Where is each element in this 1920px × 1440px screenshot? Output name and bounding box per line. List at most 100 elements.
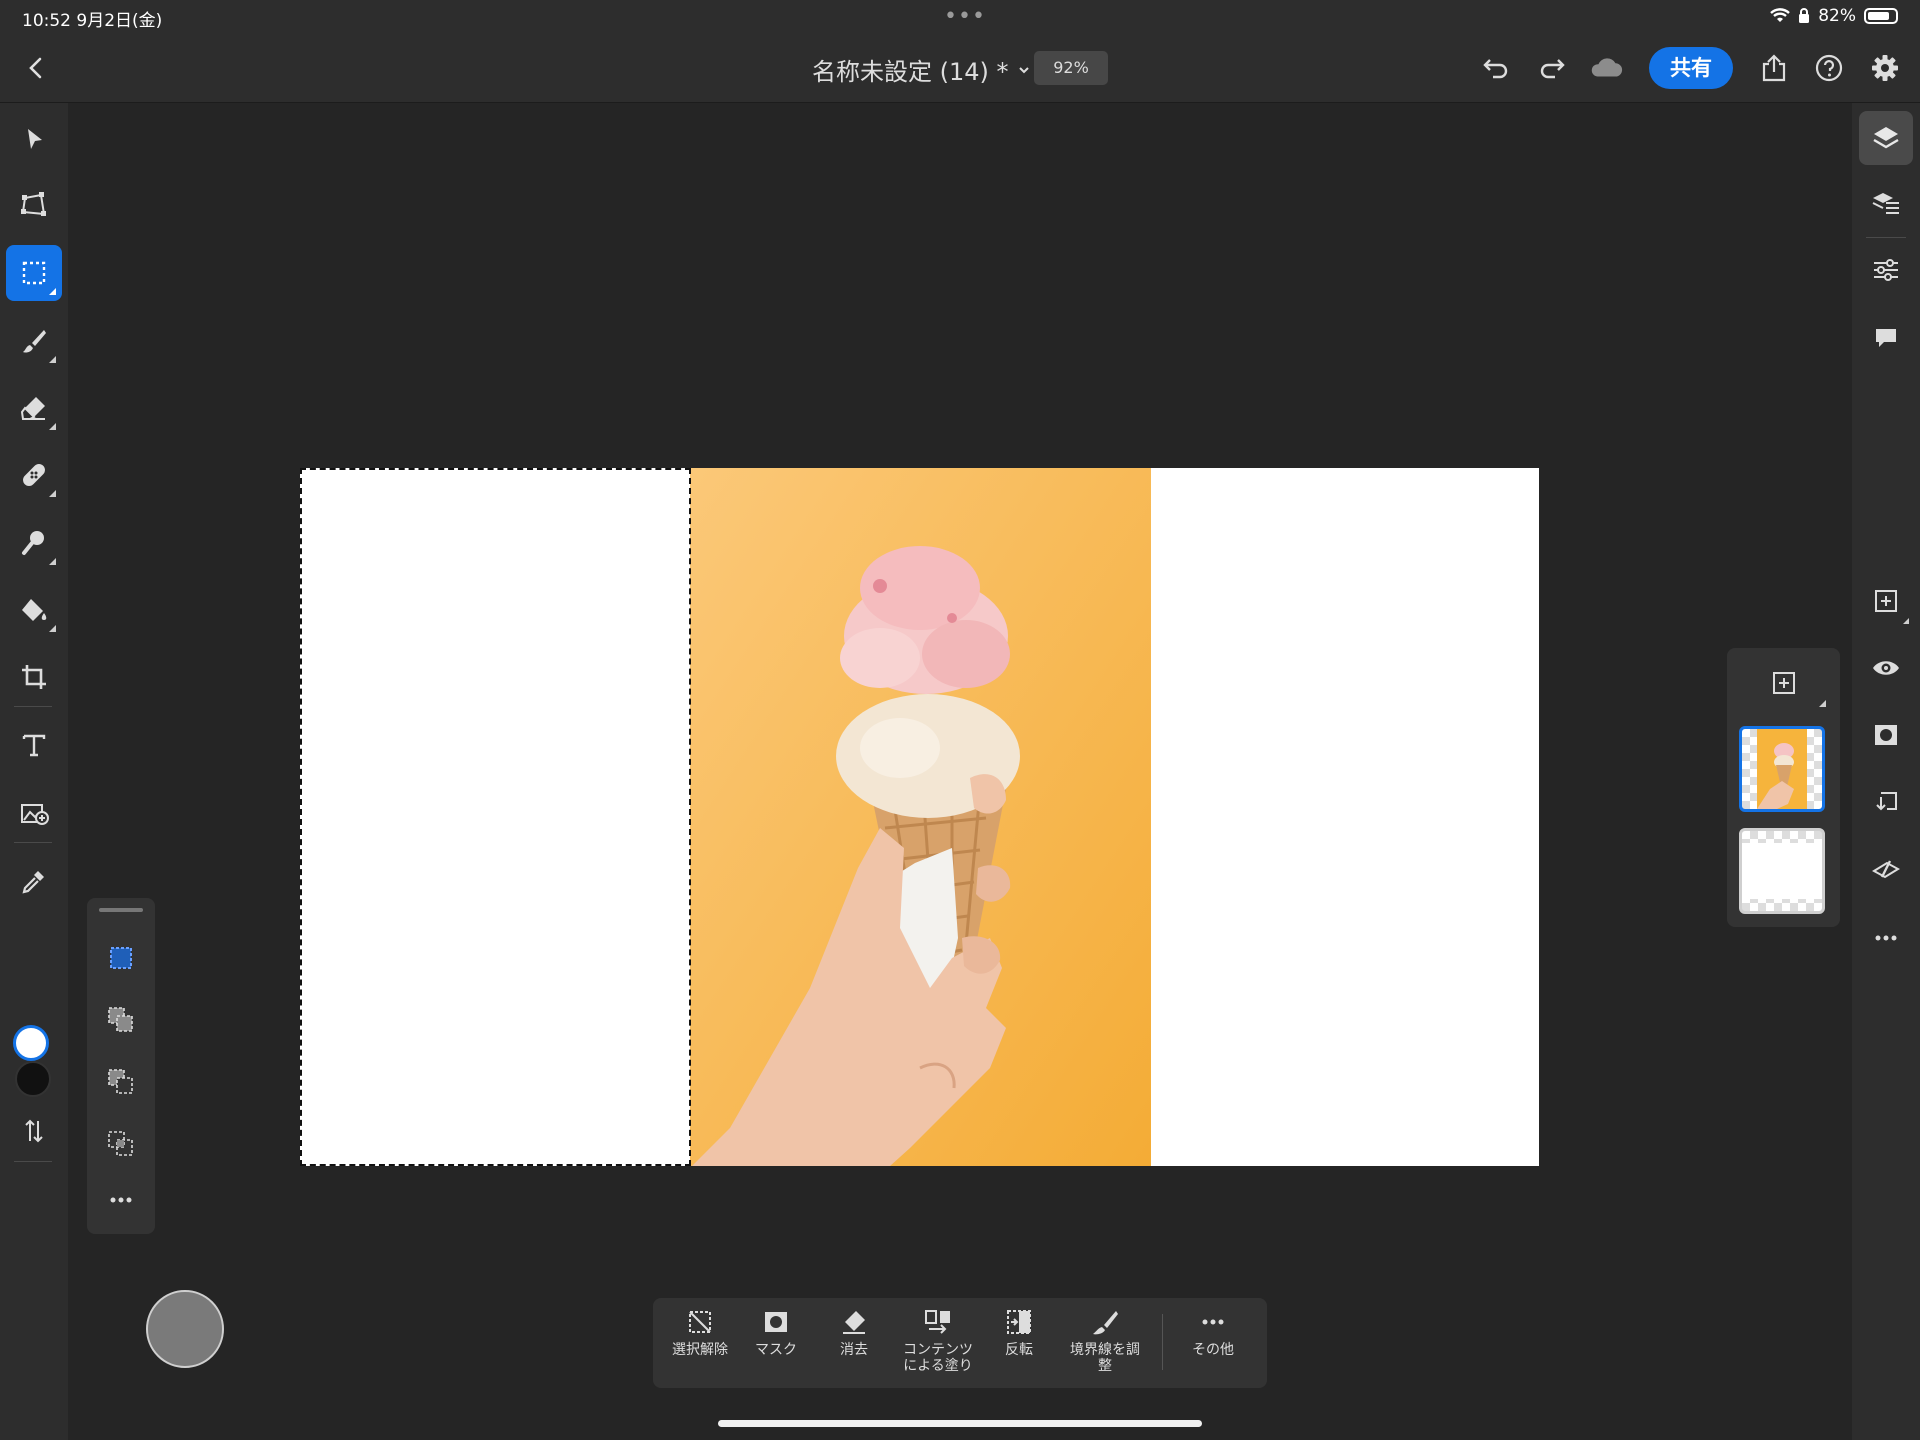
undo-icon: [1483, 59, 1508, 79]
wifi-icon: [1770, 8, 1791, 24]
select-tool[interactable]: [6, 111, 62, 167]
eraser-tool[interactable]: [6, 380, 62, 436]
invert-selection-button[interactable]: 反転: [989, 1308, 1049, 1380]
crop-icon: [22, 665, 46, 689]
place-image-tool[interactable]: [6, 784, 62, 840]
healing-tool[interactable]: [6, 447, 62, 503]
help-button[interactable]: [1811, 50, 1847, 86]
cloud-icon: [1591, 58, 1623, 77]
layers-panel-button[interactable]: [1859, 111, 1913, 165]
clear-layer-button[interactable]: [1859, 843, 1913, 897]
layer-mask-button[interactable]: [1859, 708, 1913, 762]
transform-icon: [21, 192, 46, 216]
layer-properties-button[interactable]: [1859, 177, 1913, 231]
refine-edge-brush-icon: [1093, 1311, 1118, 1335]
new-selection-button[interactable]: [97, 934, 145, 982]
layer-visibility-button[interactable]: [1859, 641, 1913, 695]
mask-button[interactable]: マスク: [743, 1308, 809, 1380]
bandage-icon: [23, 464, 45, 486]
help-icon: [1815, 54, 1843, 82]
action-bar-divider: [1162, 1314, 1163, 1370]
brush-icon: [23, 330, 46, 353]
drag-handle[interactable]: [99, 908, 143, 912]
toolbar-divider: [14, 1161, 52, 1162]
more-selection-options[interactable]: [97, 1176, 145, 1224]
marquee-tool[interactable]: [6, 245, 62, 301]
add-layer-icon: [1875, 590, 1897, 612]
tool-flyout-indicator: [49, 423, 56, 430]
paint-bucket-icon: [22, 599, 47, 621]
eyedropper-tool[interactable]: [6, 853, 62, 909]
status-indicators: 82%: [1770, 6, 1898, 26]
deselect-button[interactable]: 選択解除: [667, 1308, 733, 1380]
back-button[interactable]: [18, 50, 54, 86]
layer-thumbnail-photo[interactable]: [1739, 726, 1825, 812]
eraser-icon: [843, 1311, 865, 1334]
tool-flyout-indicator: [49, 490, 56, 497]
brush-tool[interactable]: [6, 313, 62, 369]
battery-icon: [1864, 8, 1898, 24]
layer-thumbnail-blank[interactable]: [1739, 828, 1825, 914]
document-title-menu[interactable]: 名称未設定 (14) *: [812, 52, 1031, 87]
comments-button[interactable]: [1859, 311, 1913, 365]
share-button[interactable]: 共有: [1649, 47, 1733, 89]
gear-icon: [1872, 55, 1898, 81]
add-layer-thumb-button[interactable]: [1765, 664, 1803, 702]
zoom-level[interactable]: 92%: [1034, 51, 1108, 85]
home-indicator[interactable]: [718, 1420, 1202, 1427]
intersect-selection-icon: [108, 1131, 133, 1156]
layer-properties-icon: [1872, 193, 1899, 214]
intersect-selection-button[interactable]: [97, 1120, 145, 1168]
ice-cream-photo: [690, 468, 1151, 1166]
cloud-sync-button[interactable]: [1588, 50, 1624, 86]
crop-tool[interactable]: [6, 649, 62, 705]
mask-icon: [1875, 725, 1897, 745]
lock-rotation-icon: [1798, 8, 1810, 24]
content-aware-fill-button[interactable]: コンテンツ による塗り: [895, 1308, 981, 1380]
add-layer-button[interactable]: [1859, 574, 1913, 628]
export-button[interactable]: [1756, 50, 1792, 86]
left-toolbar: [0, 103, 68, 1440]
top-bar: 名称未設定 (14) * 92% 共有: [0, 34, 1920, 103]
type-tool[interactable]: [6, 717, 62, 773]
eye-icon: [1873, 661, 1899, 675]
tool-flyout-indicator: [49, 356, 56, 363]
toolbar-divider: [14, 706, 52, 707]
subtract-selection-icon: [108, 1069, 133, 1094]
foreground-color-swatch[interactable]: [13, 1025, 49, 1061]
swap-colors-button[interactable]: [6, 1103, 62, 1159]
clipping-mask-button[interactable]: [1859, 776, 1913, 830]
touch-shortcut-button[interactable]: [146, 1290, 224, 1368]
swap-arrows-icon: [25, 1119, 43, 1143]
background-color-swatch[interactable]: [15, 1061, 51, 1097]
more-icon: [110, 1197, 132, 1203]
new-selection-icon: [110, 947, 132, 969]
deselect-icon: [689, 1311, 711, 1333]
add-image-icon: [21, 804, 49, 825]
fill-tool[interactable]: [6, 582, 62, 638]
mask-label: マスク: [755, 1342, 797, 1358]
transform-tool[interactable]: [6, 177, 62, 233]
erase-button[interactable]: 消去: [821, 1308, 887, 1380]
comment-icon: [1876, 329, 1896, 347]
more-layer-options[interactable]: [1859, 911, 1913, 965]
clone-tool[interactable]: [6, 515, 62, 571]
redo-icon: [1540, 59, 1565, 79]
chevron-down-icon: [1018, 66, 1029, 73]
more-actions-button[interactable]: その他: [1175, 1308, 1251, 1380]
refine-edge-button[interactable]: 境界線を調整: [1057, 1308, 1153, 1380]
selection-marquee[interactable]: [300, 468, 691, 1166]
erase-layer-icon: [1872, 860, 1900, 879]
tool-flyout-indicator: [1819, 700, 1826, 707]
adjustments-button[interactable]: [1859, 243, 1913, 297]
undo-button[interactable]: [1478, 50, 1514, 86]
subtract-selection-button[interactable]: [97, 1058, 145, 1106]
add-selection-icon: [108, 1007, 133, 1032]
mask-icon: [765, 1312, 787, 1332]
tool-flyout-indicator: [49, 558, 56, 565]
settings-button[interactable]: [1867, 50, 1903, 86]
multitasking-dots[interactable]: •••: [944, 4, 986, 29]
redo-button[interactable]: [1534, 50, 1570, 86]
invert-selection-icon: [1007, 1310, 1031, 1334]
add-selection-button[interactable]: [97, 996, 145, 1044]
